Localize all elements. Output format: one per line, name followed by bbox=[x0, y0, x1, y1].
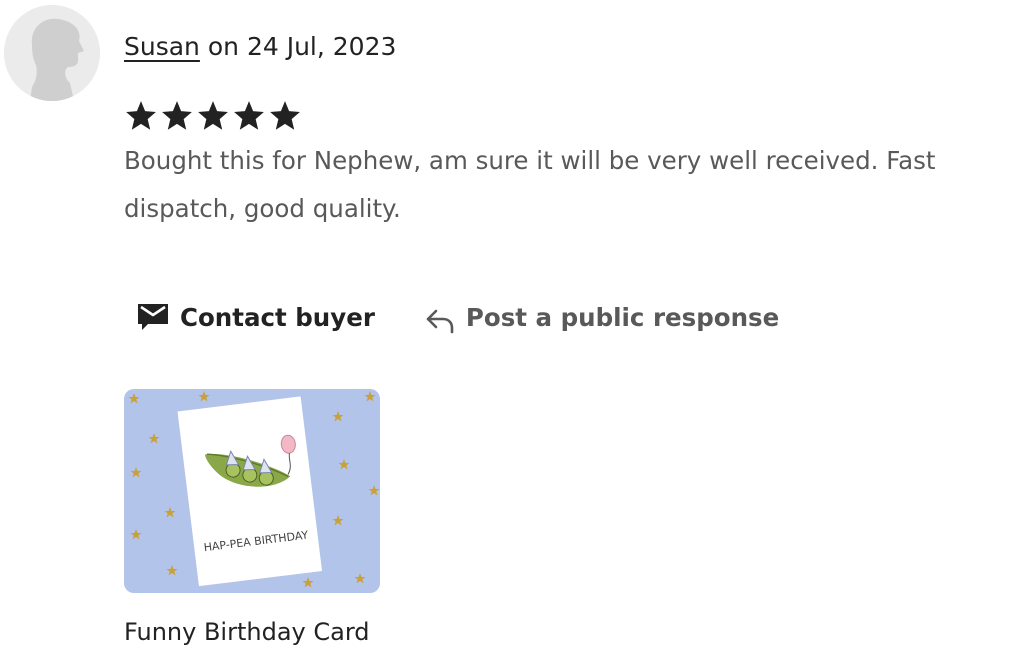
contact-buyer-label: Contact buyer bbox=[180, 302, 375, 332]
reply-arrow-icon bbox=[426, 309, 454, 334]
date-prefix: on bbox=[199, 32, 247, 61]
star-icon bbox=[198, 101, 228, 130]
product-thumbnail[interactable]: HAP-PEA BIRTHDAY bbox=[124, 389, 380, 593]
avatar[interactable] bbox=[4, 5, 100, 101]
review-text: Bought this for Nephew, am sure it will … bbox=[124, 146, 936, 223]
review-actions: Contact buyer Post a public response bbox=[124, 295, 779, 339]
birthday-card: HAP-PEA BIRTHDAY bbox=[177, 396, 323, 587]
star-rating bbox=[124, 98, 302, 134]
review-header: Susan on 24 Jul, 2023 bbox=[124, 29, 396, 65]
product-image: HAP-PEA BIRTHDAY bbox=[124, 389, 380, 593]
star-icon bbox=[234, 101, 264, 130]
review-date: 24 Jul, 2023 bbox=[246, 32, 397, 61]
star-icon bbox=[162, 101, 192, 130]
review-card: Susan on 24 Jul, 2023 Bought this for Ne… bbox=[0, 0, 1010, 658]
post-public-response-label: Post a public response bbox=[465, 302, 780, 332]
contact-buyer-button[interactable]: Contact buyer bbox=[124, 302, 375, 332]
star-icon bbox=[126, 101, 156, 130]
star-icon bbox=[270, 101, 300, 130]
default-user-silhouette-icon bbox=[4, 5, 100, 101]
envelope-message-icon bbox=[138, 304, 168, 330]
reviewer-name-link[interactable]: Susan bbox=[124, 32, 200, 61]
product-title-link[interactable]: Funny Birthday Card bbox=[124, 614, 370, 650]
post-public-response-button[interactable]: Post a public response bbox=[425, 300, 779, 334]
